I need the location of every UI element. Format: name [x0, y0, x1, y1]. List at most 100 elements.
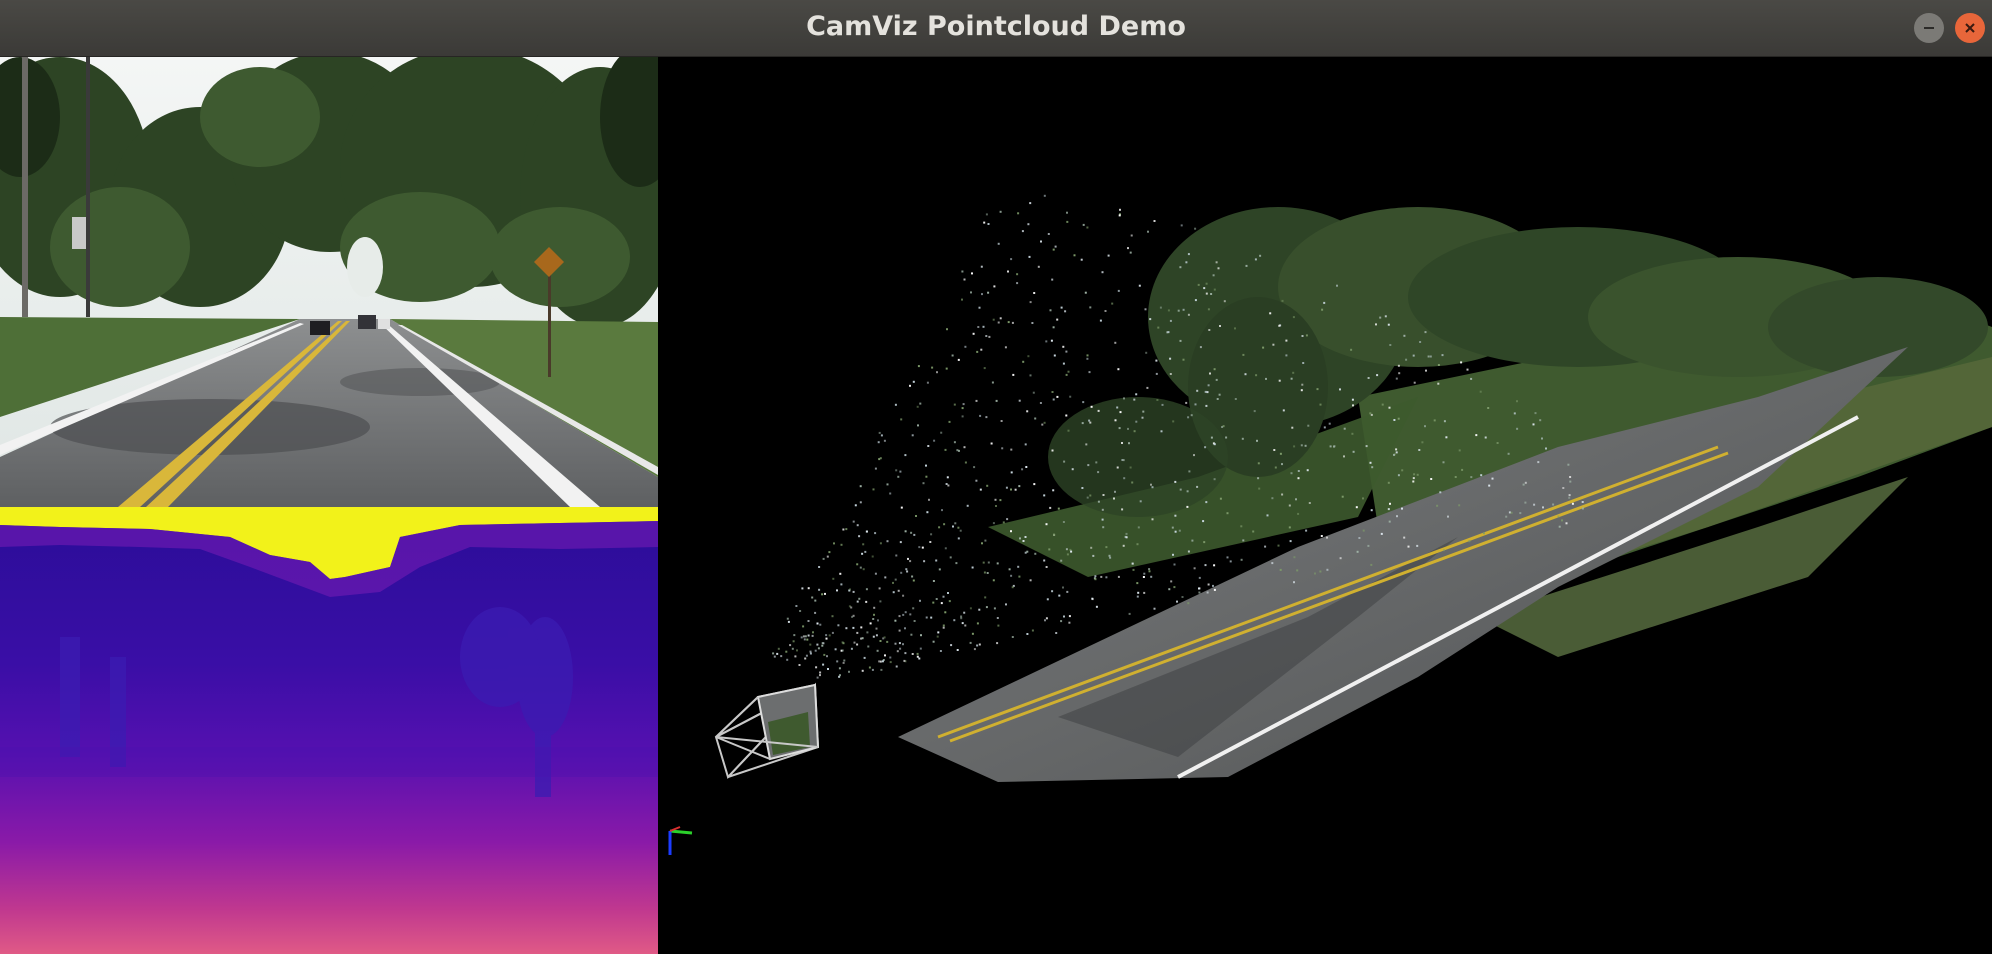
point [1062, 586, 1064, 589]
point [1282, 409, 1285, 412]
point [1285, 354, 1288, 357]
point [945, 483, 948, 485]
point [1146, 386, 1149, 389]
point [831, 631, 834, 634]
point [807, 620, 810, 622]
point [1213, 478, 1216, 481]
point [1295, 498, 1297, 501]
point [925, 616, 928, 619]
point [1033, 292, 1036, 294]
point [1136, 595, 1139, 598]
point [1288, 526, 1291, 529]
point [1176, 600, 1178, 603]
point [1024, 443, 1027, 446]
point [1413, 381, 1416, 384]
point [1045, 617, 1048, 620]
point [860, 626, 863, 629]
point [867, 645, 870, 648]
point [1213, 564, 1216, 567]
point [1091, 598, 1094, 601]
point [1376, 374, 1379, 377]
point [1461, 468, 1464, 471]
point [964, 345, 967, 348]
point [1297, 477, 1300, 480]
point [900, 571, 903, 574]
point [1084, 291, 1087, 294]
point [892, 591, 895, 594]
point [1155, 359, 1158, 362]
point [900, 418, 903, 421]
point [1045, 523, 1048, 526]
point [1242, 539, 1245, 542]
point [878, 431, 881, 434]
point [983, 367, 986, 370]
point [856, 563, 859, 566]
point [942, 626, 945, 629]
point [1060, 620, 1063, 623]
point [1116, 466, 1119, 469]
point [1204, 446, 1207, 449]
depth-map-panel[interactable] [0, 507, 658, 954]
point [789, 644, 792, 647]
minimize-button[interactable] [1914, 13, 1944, 43]
point [1470, 377, 1473, 380]
point [960, 615, 963, 618]
point [1419, 341, 1422, 343]
point [1194, 227, 1197, 230]
point [826, 555, 829, 558]
point [1144, 308, 1147, 311]
point [1522, 483, 1525, 486]
point [1130, 234, 1133, 237]
point [897, 589, 900, 592]
minimize-icon [1924, 27, 1934, 29]
rgb-image-panel[interactable] [0, 57, 658, 507]
point [1188, 470, 1191, 473]
point [1571, 502, 1574, 505]
point [1393, 453, 1395, 456]
point [1397, 364, 1400, 367]
point [1458, 449, 1461, 452]
point [1121, 442, 1123, 444]
title-bar[interactable]: CamViz Pointcloud Demo [0, 0, 1992, 57]
point [1027, 223, 1030, 226]
point [800, 636, 803, 639]
point [1305, 334, 1308, 337]
point [1008, 568, 1011, 571]
point [824, 592, 826, 595]
close-button[interactable] [1955, 13, 1985, 43]
point [873, 606, 876, 609]
point [1187, 313, 1190, 316]
point [1058, 594, 1061, 597]
point [1090, 405, 1093, 408]
point [1097, 471, 1100, 474]
point [953, 403, 956, 406]
point [1425, 369, 1427, 372]
point [964, 624, 967, 627]
point [895, 469, 898, 472]
point [1182, 358, 1185, 361]
point [1169, 373, 1172, 375]
point [1178, 529, 1181, 532]
point [1208, 329, 1211, 331]
point [1010, 574, 1013, 577]
point [1277, 544, 1280, 547]
point [805, 654, 808, 657]
point [801, 587, 804, 590]
point [849, 588, 851, 591]
point [1290, 472, 1293, 475]
pointcloud-viewer[interactable] [658, 57, 1992, 954]
point [1118, 427, 1121, 430]
point [1095, 605, 1098, 608]
point [842, 642, 845, 645]
point [929, 541, 932, 543]
point [1027, 355, 1030, 358]
point [987, 561, 990, 564]
point [1142, 576, 1145, 578]
point [886, 483, 889, 486]
point [1429, 355, 1432, 358]
point [1395, 448, 1398, 451]
point [1105, 546, 1108, 549]
point [1384, 315, 1387, 318]
point [1070, 550, 1073, 553]
point [786, 658, 789, 661]
